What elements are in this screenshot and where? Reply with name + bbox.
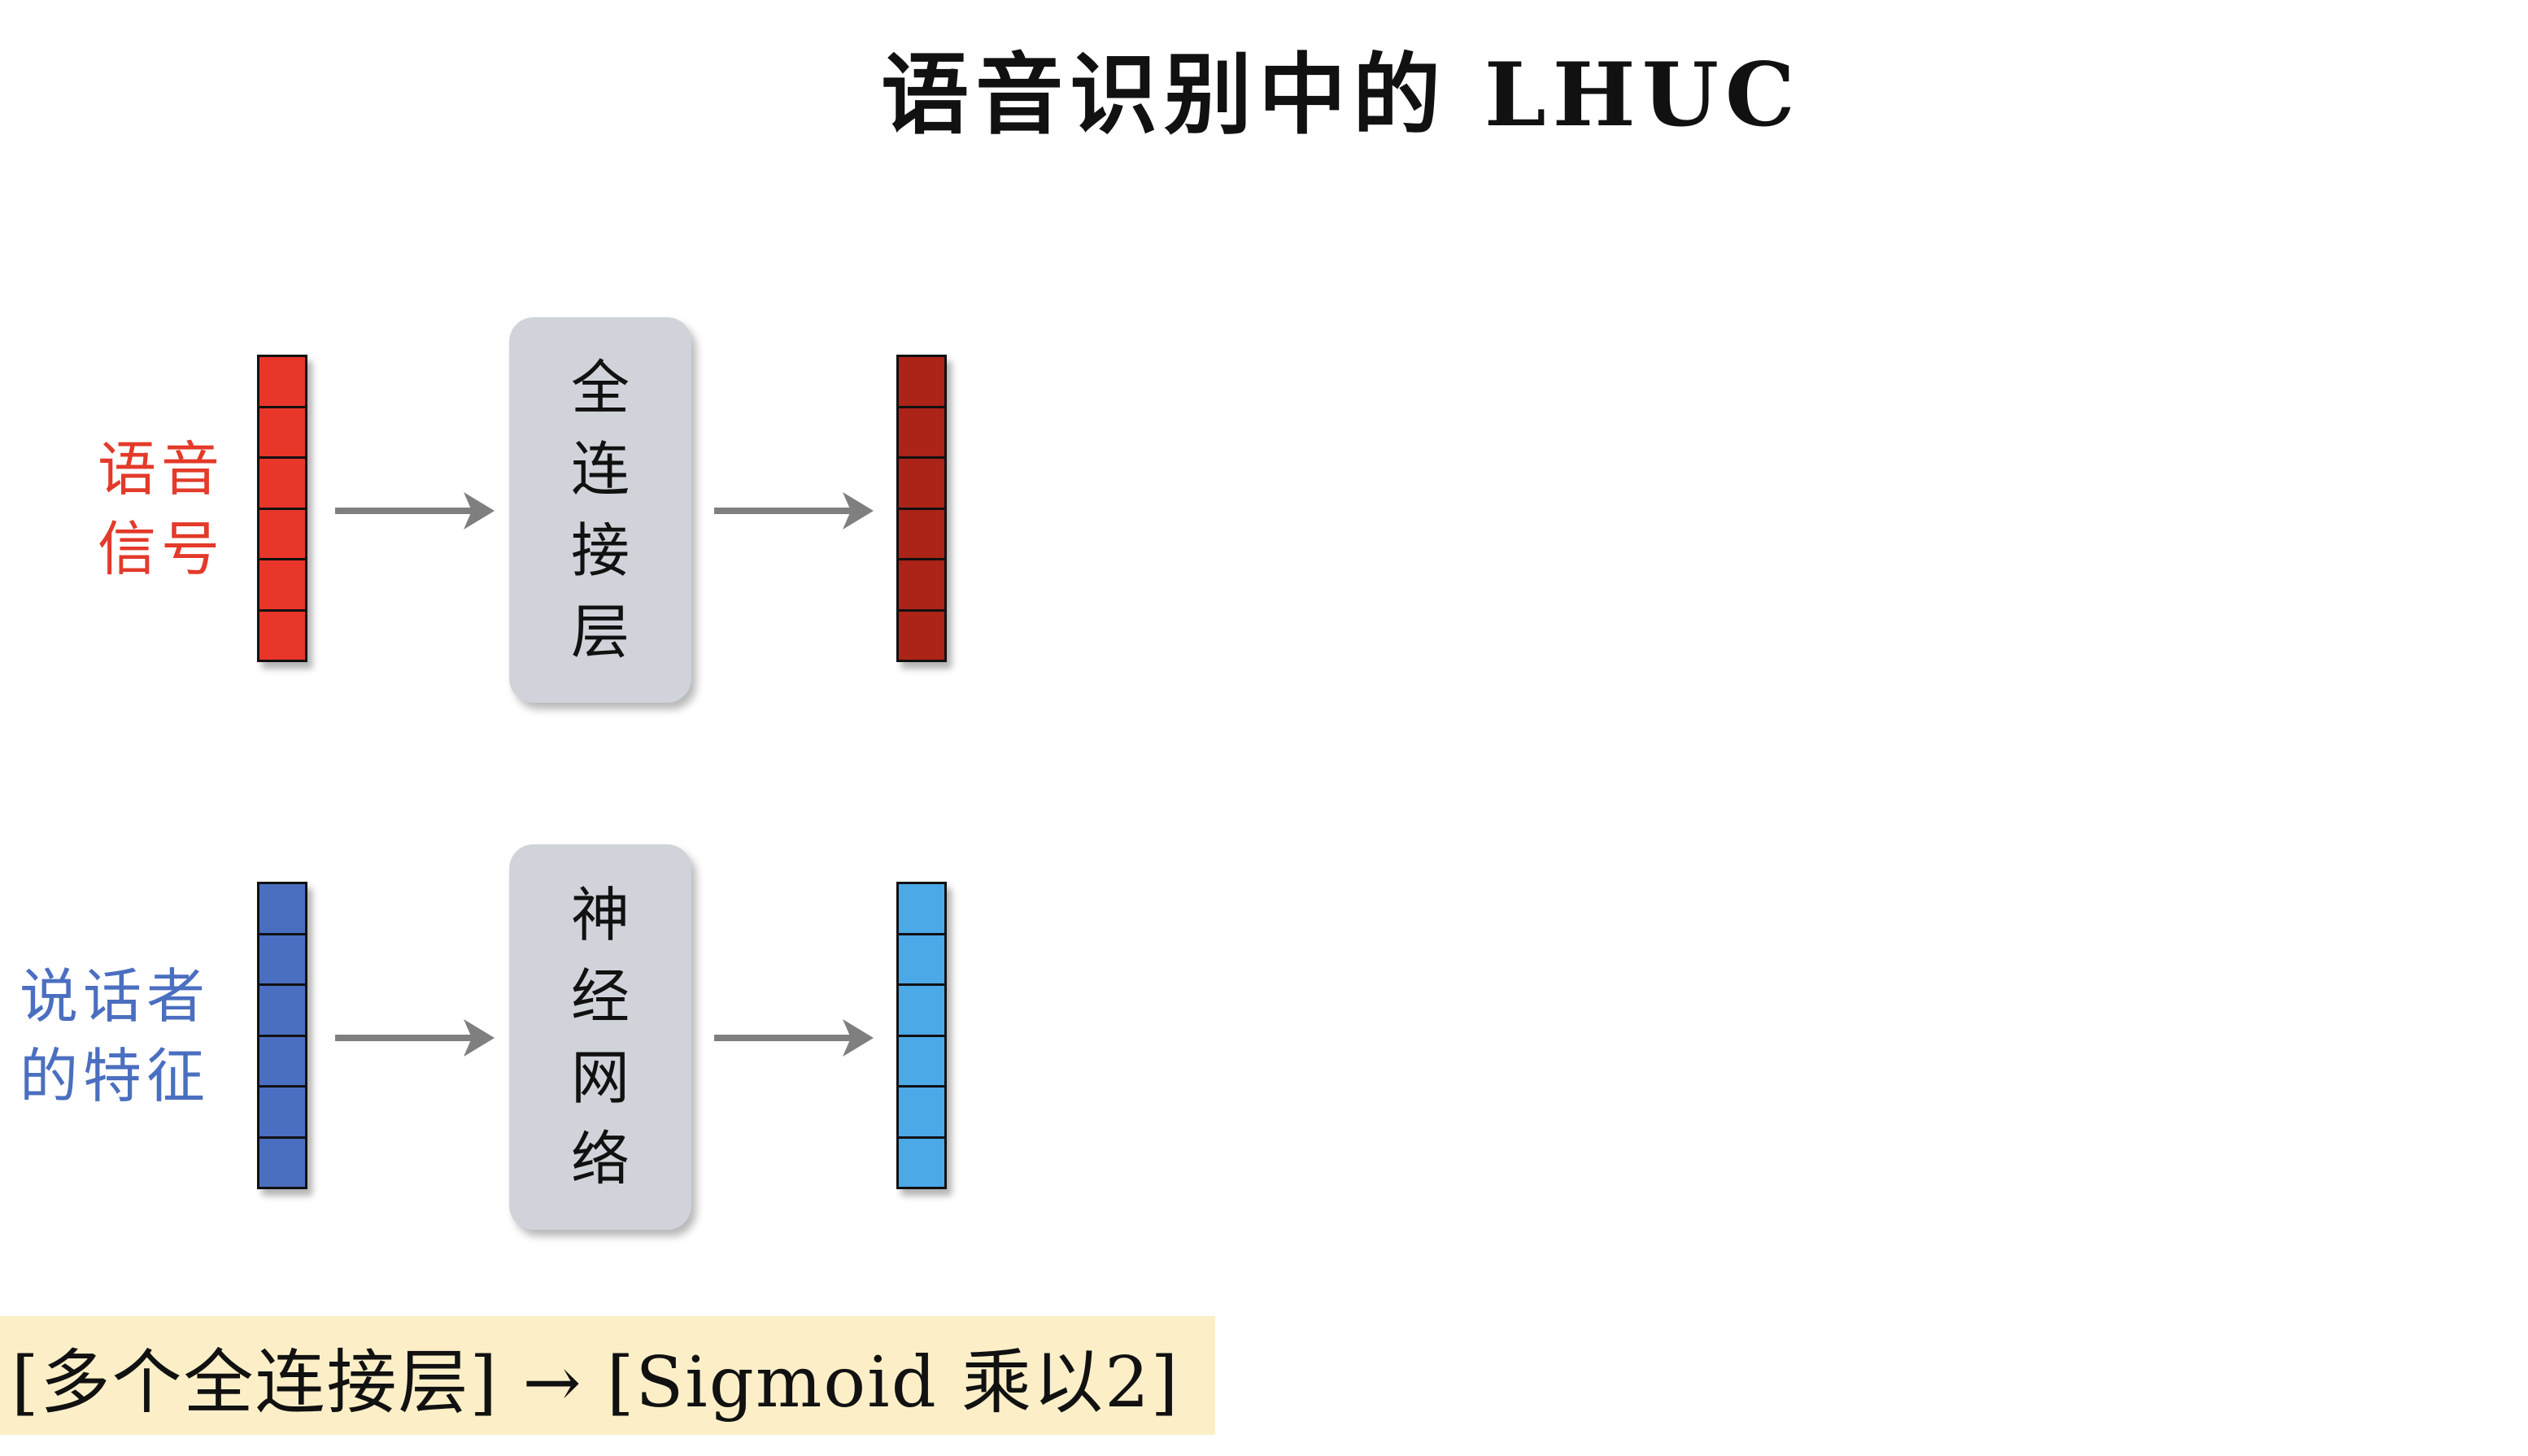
speech-input-vector (257, 355, 307, 662)
arrow-right-icon (335, 1019, 495, 1057)
speech-output-vector (896, 355, 947, 662)
neural-network-box: 神 经 网 络 (509, 844, 691, 1230)
speaker-feature-label: 说话者 的特征 (20, 957, 210, 1116)
nn-box-char-4: 络 (570, 1125, 630, 1193)
speech-signal-label: 语音 信号 (98, 429, 224, 589)
arrow-right-icon (714, 492, 874, 530)
speaker-feature-label-line-2: 的特征 (20, 1042, 211, 1110)
speaker-input-vector (257, 882, 307, 1189)
speaker-feature-label-line-1: 说话者 (20, 962, 211, 1031)
architecture-note: [多个全连接层] → [Sigmoid 乘以2] (0, 1316, 1215, 1435)
nn-box-char-1: 神 (570, 881, 630, 949)
nn-box-char-2: 经 (570, 962, 630, 1031)
nn-box-char-3: 网 (570, 1044, 630, 1112)
fully-connected-layer-box: 全 连 接 层 (509, 317, 691, 703)
arrow-right-icon (335, 492, 495, 530)
speech-signal-label-line-1: 语音 (98, 435, 225, 503)
fc-box-char-4: 层 (570, 598, 630, 666)
fc-box-char-3: 接 (570, 517, 630, 585)
page-title: 语音识别中的 LHUC (881, 44, 1802, 146)
speech-signal-label-line-2: 信号 (98, 515, 225, 583)
fc-box-char-2: 连 (570, 435, 630, 503)
fc-box-char-1: 全 (570, 354, 630, 422)
arrow-right-icon (714, 1019, 874, 1057)
speaker-output-vector (896, 882, 947, 1189)
